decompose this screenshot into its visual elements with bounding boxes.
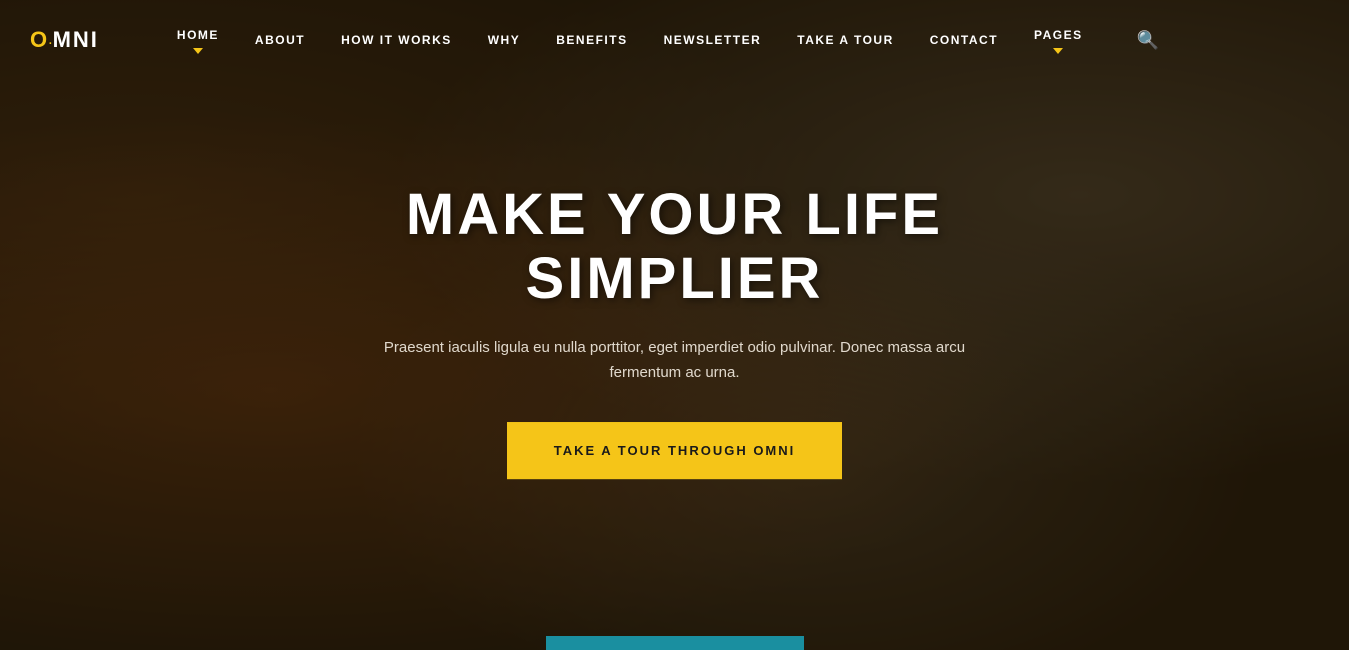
nav-link-contact[interactable]: CONTACT <box>930 33 998 47</box>
nav-link-home[interactable]: HOME <box>177 28 219 54</box>
nav-link-benefits[interactable]: BENEFITS <box>556 33 627 47</box>
nav-link-why[interactable]: WHY <box>488 33 521 47</box>
nav-item-pages[interactable]: PAGES <box>1016 26 1101 54</box>
hero-content: MAKE YOUR LIFE SIMPLIER Praesent iaculis… <box>275 183 1075 479</box>
nav-item-benefits[interactable]: BENEFITS <box>538 31 645 49</box>
hero-section: O . MNI HOME ABOUT HOW IT WORKS WHY BENE… <box>0 0 1349 650</box>
nav-link-take-a-tour[interactable]: TAKE A TOUR <box>797 33 894 47</box>
logo[interactable]: O . MNI <box>30 27 99 53</box>
nav-item-take-a-tour[interactable]: TAKE A TOUR <box>779 31 912 49</box>
hero-subtitle: Praesent iaculis ligula eu nulla porttit… <box>365 335 985 386</box>
nav-item-why[interactable]: WHY <box>470 31 539 49</box>
nav-link-about[interactable]: ABOUT <box>255 33 305 47</box>
cta-button[interactable]: TAKE A TOUR THROUGH OMNI <box>507 422 843 479</box>
nav-item-contact[interactable]: CONTACT <box>912 31 1016 49</box>
nav-item-home[interactable]: HOME <box>159 26 237 54</box>
nav-link-pages[interactable]: PAGES <box>1034 28 1083 54</box>
nav-search-item[interactable]: 🔍 <box>1101 30 1177 51</box>
bottom-bar <box>546 636 804 650</box>
logo-letter-o: O <box>30 27 48 53</box>
navbar: O . MNI HOME ABOUT HOW IT WORKS WHY BENE… <box>0 0 1349 80</box>
nav-link-newsletter[interactable]: NEWSLETTER <box>664 33 762 47</box>
logo-mni: MNI <box>53 27 99 53</box>
nav-item-how-it-works[interactable]: HOW IT WORKS <box>323 31 470 49</box>
nav-item-newsletter[interactable]: NEWSLETTER <box>646 31 780 49</box>
nav-links: HOME ABOUT HOW IT WORKS WHY BENEFITS NEW… <box>159 26 1319 54</box>
nav-item-about[interactable]: ABOUT <box>237 31 323 49</box>
search-icon[interactable]: 🔍 <box>1119 30 1159 50</box>
nav-link-how-it-works[interactable]: HOW IT WORKS <box>341 33 452 47</box>
hero-title: MAKE YOUR LIFE SIMPLIER <box>275 183 1075 311</box>
